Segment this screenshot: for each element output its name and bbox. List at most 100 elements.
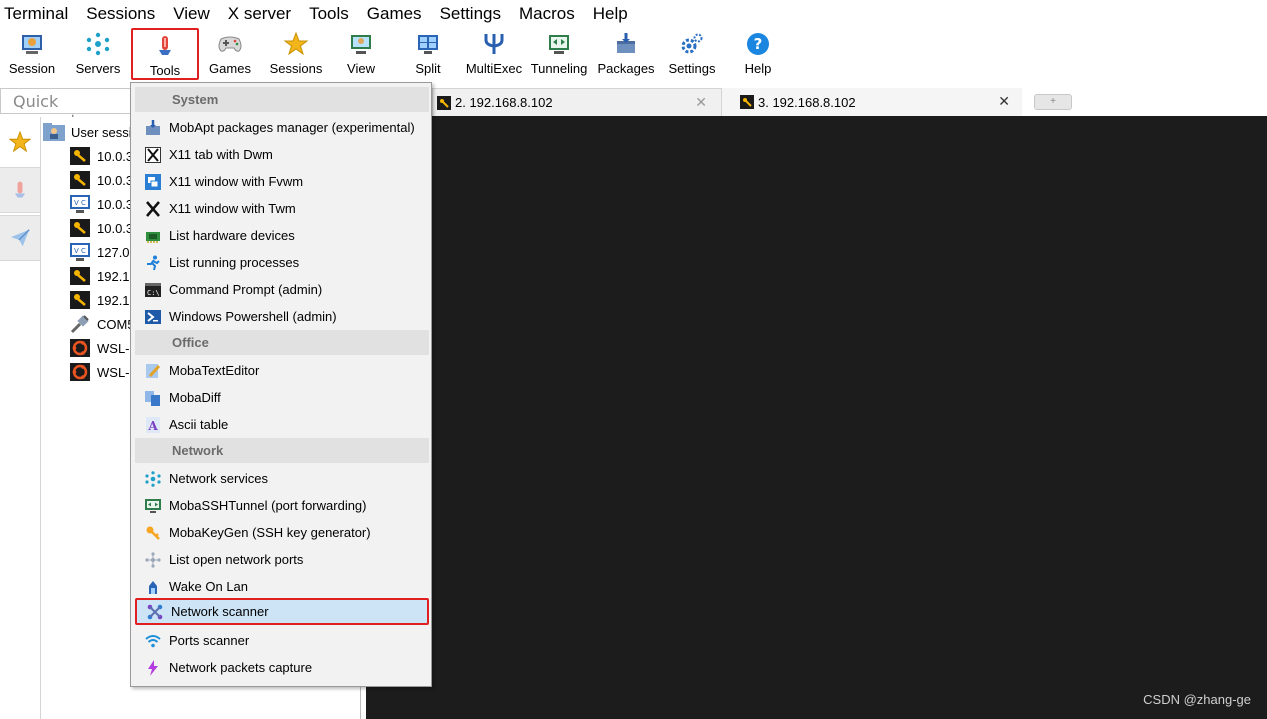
menu-item-network-scanner[interactable]: Network scanner <box>135 598 429 625</box>
tab-session-2[interactable]: 2. 192.168.8.102 ✕ <box>432 88 722 116</box>
menu-item-label: Windows Powershell (admin) <box>169 309 337 324</box>
menu-item-packets-capture[interactable]: Network packets capture <box>135 654 429 681</box>
tunneling-button[interactable]: Tunneling <box>529 28 589 80</box>
menu-macros[interactable]: Macros <box>510 0 584 28</box>
menu-tools[interactable]: Tools <box>300 0 358 28</box>
ubuntu-icon <box>69 362 91 382</box>
sessions-label: Sessions <box>269 61 323 76</box>
servers-label: Servers <box>75 61 121 76</box>
menu-item-mobapt[interactable]: MobApt packages manager (experimental) <box>135 114 429 141</box>
tab-label: 2. 192.168.8.102 <box>455 95 553 110</box>
wake-on-lan-icon <box>145 579 161 595</box>
session-label: COM5 <box>97 316 135 332</box>
menu-settings[interactable]: Settings <box>431 0 510 28</box>
sidebar-tools-button[interactable] <box>0 167 40 213</box>
sidebar-favorites-button[interactable] <box>0 119 40 165</box>
ports-network-icon <box>145 551 161 568</box>
session-item[interactable]: 10.0.3 <box>69 217 133 239</box>
key-icon <box>145 525 161 541</box>
lightning-icon <box>145 659 161 676</box>
menu-view[interactable]: View <box>164 0 219 28</box>
terminal-area[interactable]: CSDN @zhang-ge <box>366 116 1267 719</box>
menu-item-label: MobaDiff <box>169 390 221 405</box>
settings-button[interactable]: Settings <box>664 28 720 80</box>
toolbar: Session Servers Tools Games Sessions Vie… <box>0 28 1267 82</box>
user-sessions-folder[interactable]: User sessi <box>43 121 132 143</box>
menu-item-mobatexteditor[interactable]: MobaTextEditor <box>135 357 429 384</box>
network-scanner-icon <box>147 604 163 620</box>
menu-item-hardware[interactable]: List hardware devices <box>135 222 429 249</box>
servers-button[interactable]: Servers <box>70 28 126 80</box>
menu-item-cmd[interactable]: C:\ Command Prompt (admin) <box>135 276 429 303</box>
packages-icon <box>613 31 639 57</box>
menu-item-powershell[interactable]: Windows Powershell (admin) <box>135 303 429 330</box>
help-label: Help <box>744 61 772 76</box>
split-button[interactable]: Split <box>403 28 453 80</box>
session-label: WSL- <box>97 364 130 380</box>
close-icon[interactable]: ✕ <box>695 94 707 111</box>
menu-item-ascii-table[interactable]: A Ascii table <box>135 411 429 438</box>
sidebar-send-button[interactable] <box>0 215 40 261</box>
mobaxterm-window: Terminal Sessions View X server Tools Ga… <box>0 0 1267 719</box>
session-item[interactable]: 192.1 <box>69 265 130 287</box>
menu-item-label: Ports scanner <box>169 633 250 648</box>
svg-text:?: ? <box>754 35 763 53</box>
ssh-key-icon <box>69 218 91 238</box>
multiexec-button[interactable]: MultiExec <box>464 28 524 80</box>
menu-item-ssh-tunnel[interactable]: MobaSSHTunnel (port forwarding) <box>135 492 429 519</box>
new-tab-button[interactable]: + <box>1034 94 1072 110</box>
menu-terminal[interactable]: Terminal <box>0 0 77 28</box>
menu-item-keygen[interactable]: MobaKeyGen (SSH key generator) <box>135 519 429 546</box>
vnc-icon: V C <box>69 242 91 262</box>
session-item[interactable]: 10.0.3 <box>69 145 133 167</box>
menu-help[interactable]: Help <box>584 0 637 28</box>
session-item[interactable]: COM5 <box>69 313 135 335</box>
menu-sessions[interactable]: Sessions <box>77 0 164 28</box>
session-label: 10.0.3 <box>97 148 134 164</box>
help-icon: ? <box>745 31 771 57</box>
games-button[interactable]: Games <box>202 28 258 80</box>
menu-item-label: Command Prompt (admin) <box>169 282 323 297</box>
menu-item-ports-scanner[interactable]: Ports scanner <box>135 627 429 654</box>
menu-item-label: MobaTextEditor <box>169 363 260 378</box>
session-button[interactable]: Session <box>4 28 60 80</box>
network-services-icon <box>145 470 161 487</box>
menu-item-network-services[interactable]: Network services <box>135 465 429 492</box>
tools-button[interactable]: Tools <box>131 28 199 80</box>
menu-item-processes[interactable]: List running processes <box>135 249 429 276</box>
help-button[interactable]: ? Help <box>734 28 782 80</box>
close-icon[interactable]: ✕ <box>998 93 1010 110</box>
session-label: WSL- <box>97 340 130 356</box>
session-item[interactable]: 10.0.3 <box>69 169 133 191</box>
view-button[interactable]: View <box>336 28 386 80</box>
serial-plug-icon <box>69 314 91 334</box>
tab-session-3[interactable]: 3. 192.168.8.102 ✕ <box>722 88 1022 116</box>
menu-item-wake-on-lan[interactable]: Wake On Lan <box>135 573 429 600</box>
text-editor-icon <box>145 363 161 379</box>
command-prompt-icon: C:\ <box>145 282 161 298</box>
ubuntu-icon <box>69 338 91 358</box>
ssh-key-icon <box>69 290 91 310</box>
session-item[interactable]: WSL- <box>69 337 130 359</box>
menu-item-x11-twm[interactable]: X11 window with Twm <box>135 195 429 222</box>
menu-item-mobadiff[interactable]: MobaDiff <box>135 384 429 411</box>
menu-item-x11-fvwm[interactable]: X11 window with Fvwm <box>135 168 429 195</box>
ssh-key-icon <box>69 146 91 166</box>
games-label: Games <box>209 61 251 76</box>
quick-connect-input[interactable]: Quick connect... <box>0 88 134 130</box>
menu-item-x11-dwm[interactable]: X11 tab with Dwm <box>135 141 429 168</box>
session-item[interactable]: V C 10.0.3 <box>69 193 133 215</box>
multiexec-label: MultiExec <box>465 61 523 76</box>
diff-icon <box>145 390 161 406</box>
session-item[interactable]: 192.1 <box>69 289 130 311</box>
menu-bar: Terminal Sessions View X server Tools Ga… <box>0 0 1267 28</box>
sessions-button[interactable]: Sessions <box>266 28 326 80</box>
session-item[interactable]: WSL- <box>69 361 130 383</box>
watermark: CSDN @zhang-ge <box>1143 692 1251 707</box>
menu-x-server[interactable]: X server <box>219 0 300 28</box>
session-item[interactable]: V C 127.0 <box>69 241 130 263</box>
menu-item-open-ports[interactable]: List open network ports <box>135 546 429 573</box>
menu-games[interactable]: Games <box>358 0 431 28</box>
packages-button[interactable]: Packages <box>596 28 656 80</box>
menu-item-label: Network scanner <box>171 604 269 619</box>
